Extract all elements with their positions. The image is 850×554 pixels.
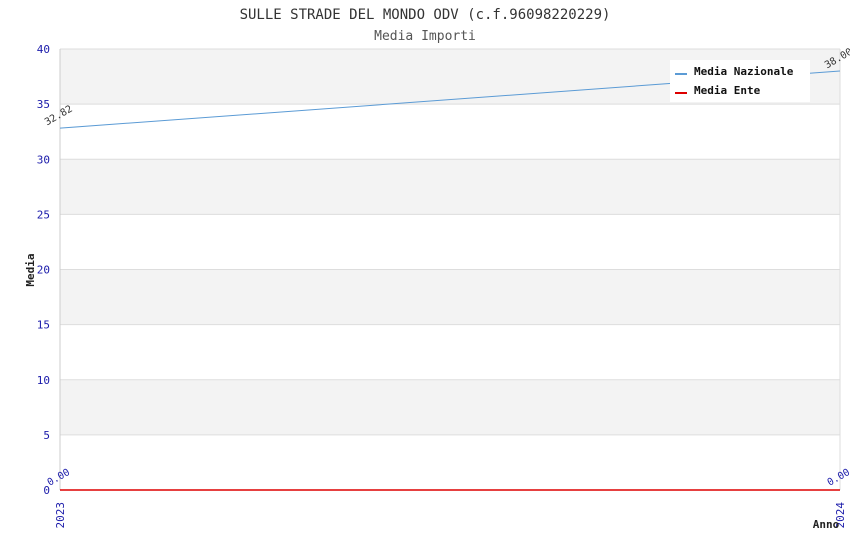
grid-band [60, 379, 840, 435]
y-tick-label: 30 [37, 153, 50, 166]
y-tick-label: 15 [37, 319, 50, 332]
data-label: 0.00 [46, 467, 72, 489]
y-tick-label: 25 [37, 208, 50, 221]
chart: 0 5 10 15 20 25 30 35 40 2023 2024 32.82 38.00 0.00… [0, 0, 850, 550]
legend: Media Nazionale Media Ente [670, 60, 810, 102]
chart-subtitle: Media Importi [374, 29, 476, 44]
y-tick-label: 5 [43, 429, 50, 442]
y-tick-label: 10 [37, 374, 50, 387]
y-tick-label: 40 [37, 43, 50, 56]
x-tick-label: 2023 [54, 502, 67, 529]
y-axis-label: Media [24, 253, 37, 286]
legend-label-media-ente: Media Ente [694, 84, 761, 97]
grid-band [60, 159, 840, 215]
data-label: 0.00 [826, 467, 850, 489]
legend-label-media-nazionale: Media Nazionale [694, 65, 794, 78]
chart-title: SULLE STRADE DEL MONDO ODV (c.f.96098220… [240, 7, 611, 23]
x-axis-label: Anno [813, 518, 840, 531]
y-tick-label: 35 [37, 98, 50, 111]
grid-band [60, 269, 840, 325]
line-chart: 0510152025303540 2023 2024 32.8238.000.00… [24, 7, 850, 531]
y-tick-label: 20 [37, 264, 50, 277]
